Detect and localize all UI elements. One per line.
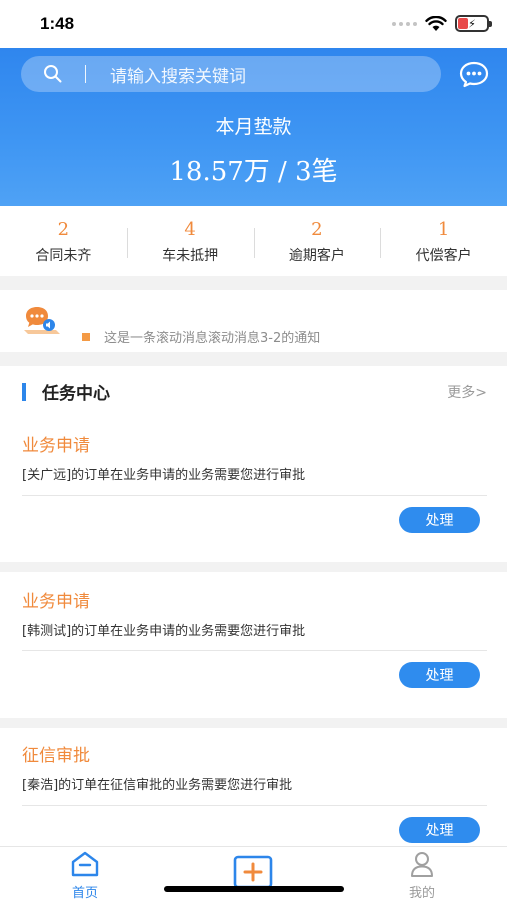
user-icon: [411, 852, 433, 877]
home-indicator: [164, 886, 344, 892]
stat-label: 车未抵押: [162, 248, 219, 264]
tab-label: 我的: [408, 886, 435, 900]
divider: [22, 495, 487, 496]
stat-value: 4: [184, 219, 196, 240]
notice-text: 这是一条滚动消息滚动消息3-2的通知: [104, 331, 321, 346]
task-card: 业务申请 [关广远]的订单在业务申请的业务需要您进行审批 处理: [0, 416, 507, 562]
stat-value: 2: [57, 219, 70, 240]
stat-contract-incomplete[interactable]: 2 合同未齐: [0, 216, 127, 266]
stat-compensation-customers[interactable]: 1 代偿客户: [380, 216, 507, 266]
task-card-title: 业务申请: [22, 592, 90, 612]
divider: [22, 805, 487, 806]
task-center-header: 任务中心 更多>: [0, 366, 507, 416]
signal-icon: [392, 21, 417, 26]
notice-bar[interactable]: 这是一条滚动消息滚动消息3-2的通知: [0, 290, 507, 352]
month-advance-title: 本月垫款: [215, 116, 292, 138]
task-card-title: 业务申请: [22, 436, 90, 456]
task-center: 任务中心 更多> 业务申请 [关广远]的订单在业务申请的业务需要您进行审批 处理: [0, 366, 507, 562]
wifi-icon: [425, 15, 447, 31]
search-icon: [43, 64, 73, 84]
section-marker: [22, 383, 26, 401]
task-center-title: 任务中心: [42, 384, 110, 404]
tab-label: 首页: [71, 886, 98, 900]
stat-car-not-mortgaged[interactable]: 4 车未抵押: [126, 216, 254, 266]
stat-label: 代偿客户: [415, 248, 472, 264]
task-card-desc: [韩测试]的订单在业务申请的业务需要您进行审批: [22, 624, 306, 639]
status-time: 1:48: [40, 14, 75, 33]
search-input[interactable]: 请输入搜索关键词: [21, 56, 441, 92]
notice-bullet: [82, 333, 90, 341]
more-link[interactable]: 更多>: [447, 382, 487, 402]
task-card: 征信审批 [秦浩]的订单在征信审批的业务需要您进行审批 处理: [0, 728, 507, 846]
stat-overdue-customers[interactable]: 2 逾期客户: [253, 216, 381, 266]
search-placeholder: 请输入搜索关键词: [110, 66, 246, 87]
task-card-desc: [秦浩]的订单在征信审批的业务需要您进行审批: [22, 778, 293, 793]
stat-label: 合同未齐: [35, 248, 92, 264]
stat-value: 2: [311, 219, 323, 240]
process-button[interactable]: 处理: [399, 507, 480, 533]
message-icon[interactable]: [458, 60, 490, 92]
process-button[interactable]: 处理: [399, 817, 480, 843]
header: 请输入搜索关键词 本月垫款 18.57万 / 3笔: [0, 48, 507, 206]
status-bar: 1:48 ⚡: [0, 0, 507, 48]
battery-icon: ⚡: [455, 15, 492, 32]
tab-mine[interactable]: 我的: [382, 851, 462, 900]
process-button[interactable]: 处理: [399, 662, 480, 688]
notice-speaker-icon: [22, 304, 62, 342]
home-icon: [71, 851, 99, 877]
add-icon: [233, 855, 273, 889]
task-card-title: 征信审批: [22, 746, 90, 766]
search-divider: [85, 65, 86, 83]
month-advance-value: 18.57万 / 3笔: [169, 157, 338, 187]
task-card: 业务申请 [韩测试]的订单在业务申请的业务需要您进行审批 处理: [0, 572, 507, 718]
status-icons: ⚡: [392, 15, 492, 32]
stats-row: 2 合同未齐 4 车未抵押 2 逾期客户 1 代偿客户: [0, 206, 507, 276]
stat-value: 1: [437, 219, 450, 240]
tab-home[interactable]: 首页: [45, 851, 125, 900]
task-card-desc: [关广远]的订单在业务申请的业务需要您进行审批: [22, 468, 306, 483]
divider: [22, 650, 487, 651]
stat-label: 逾期客户: [288, 248, 345, 264]
